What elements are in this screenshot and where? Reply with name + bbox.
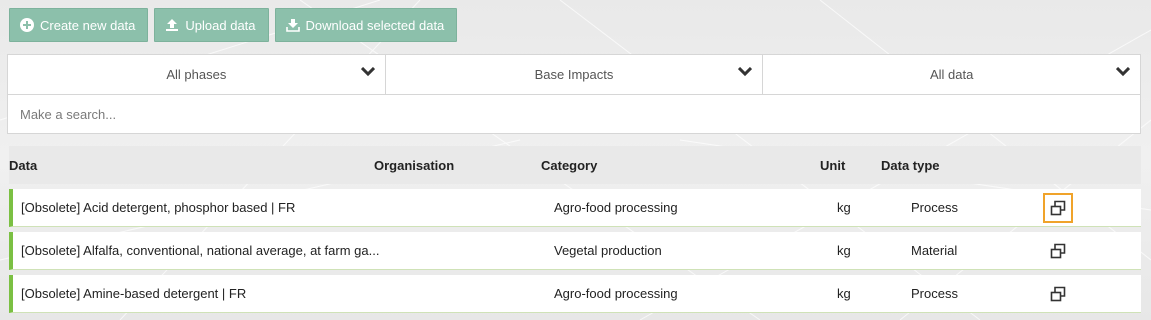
plus-circle-icon — [20, 18, 34, 32]
filter-panel: All phases Base Impacts All data Make a … — [7, 54, 1141, 134]
row-unit: kg — [837, 243, 851, 258]
table-row[interactable]: [Obsolete] Alfalfa, conventional, nation… — [9, 232, 1141, 270]
chevron-down-icon — [1116, 67, 1131, 77]
row-unit: kg — [837, 200, 851, 215]
column-header-data-type[interactable]: Data type — [881, 158, 940, 173]
create-new-data-button[interactable]: Create new data — [9, 8, 149, 42]
table-header: Data Organisation Category Unit Data typ… — [9, 146, 1141, 184]
column-header-unit[interactable]: Unit — [820, 158, 845, 173]
row-category: Agro-food processing — [554, 200, 678, 215]
row-unit: kg — [837, 286, 851, 301]
data-scope-select-value: All data — [929, 67, 974, 82]
row-data-name: [Obsolete] Alfalfa, conventional, nation… — [21, 243, 380, 258]
chevron-down-icon — [360, 67, 375, 77]
row-category: Vegetal production — [554, 243, 662, 258]
phase-select[interactable]: All phases — [8, 55, 385, 94]
row-category: Agro-food processing — [554, 286, 678, 301]
row-data-name: [Obsolete] Acid detergent, phosphor base… — [21, 200, 296, 215]
phase-select-value: All phases — [166, 67, 227, 82]
column-header-organisation[interactable]: Organisation — [374, 158, 454, 173]
column-header-category[interactable]: Category — [541, 158, 597, 173]
download-selected-data-label: Download selected data — [305, 17, 445, 33]
chevron-down-icon — [738, 67, 753, 77]
duplicate-icon — [1050, 286, 1066, 302]
row-data-type: Process — [911, 286, 958, 301]
table-row[interactable]: [Obsolete] Acid detergent, phosphor base… — [9, 189, 1141, 227]
duplicate-button[interactable] — [1043, 193, 1073, 223]
impacts-select[interactable]: Base Impacts — [384, 55, 763, 94]
duplicate-button[interactable] — [1043, 236, 1073, 266]
upload-icon — [166, 19, 179, 31]
duplicate-icon — [1050, 200, 1066, 216]
search-input[interactable]: Make a search... — [8, 95, 1140, 134]
data-table: Data Organisation Category Unit Data typ… — [9, 146, 1141, 313]
create-new-data-label: Create new data — [40, 17, 136, 33]
row-data-type: Material — [911, 243, 958, 258]
toolbar: Create new data Upload data Download sel… — [9, 8, 458, 42]
row-data-type: Process — [911, 200, 958, 215]
download-icon — [285, 19, 300, 32]
column-header-data[interactable]: Data — [9, 158, 37, 173]
upload-data-label: Upload data — [185, 17, 256, 33]
upload-data-button[interactable]: Upload data — [154, 8, 269, 42]
duplicate-icon — [1050, 243, 1066, 259]
impacts-select-value: Base Impacts — [534, 67, 614, 82]
table-row[interactable]: [Obsolete] Amine-based detergent | FR Ag… — [9, 275, 1141, 313]
duplicate-button[interactable] — [1043, 279, 1073, 309]
row-data-name: [Obsolete] Amine-based detergent | FR — [21, 286, 247, 301]
search-placeholder: Make a search... — [20, 107, 117, 122]
download-selected-data-button[interactable]: Download selected data — [274, 8, 458, 42]
data-scope-select[interactable]: All data — [762, 55, 1140, 94]
